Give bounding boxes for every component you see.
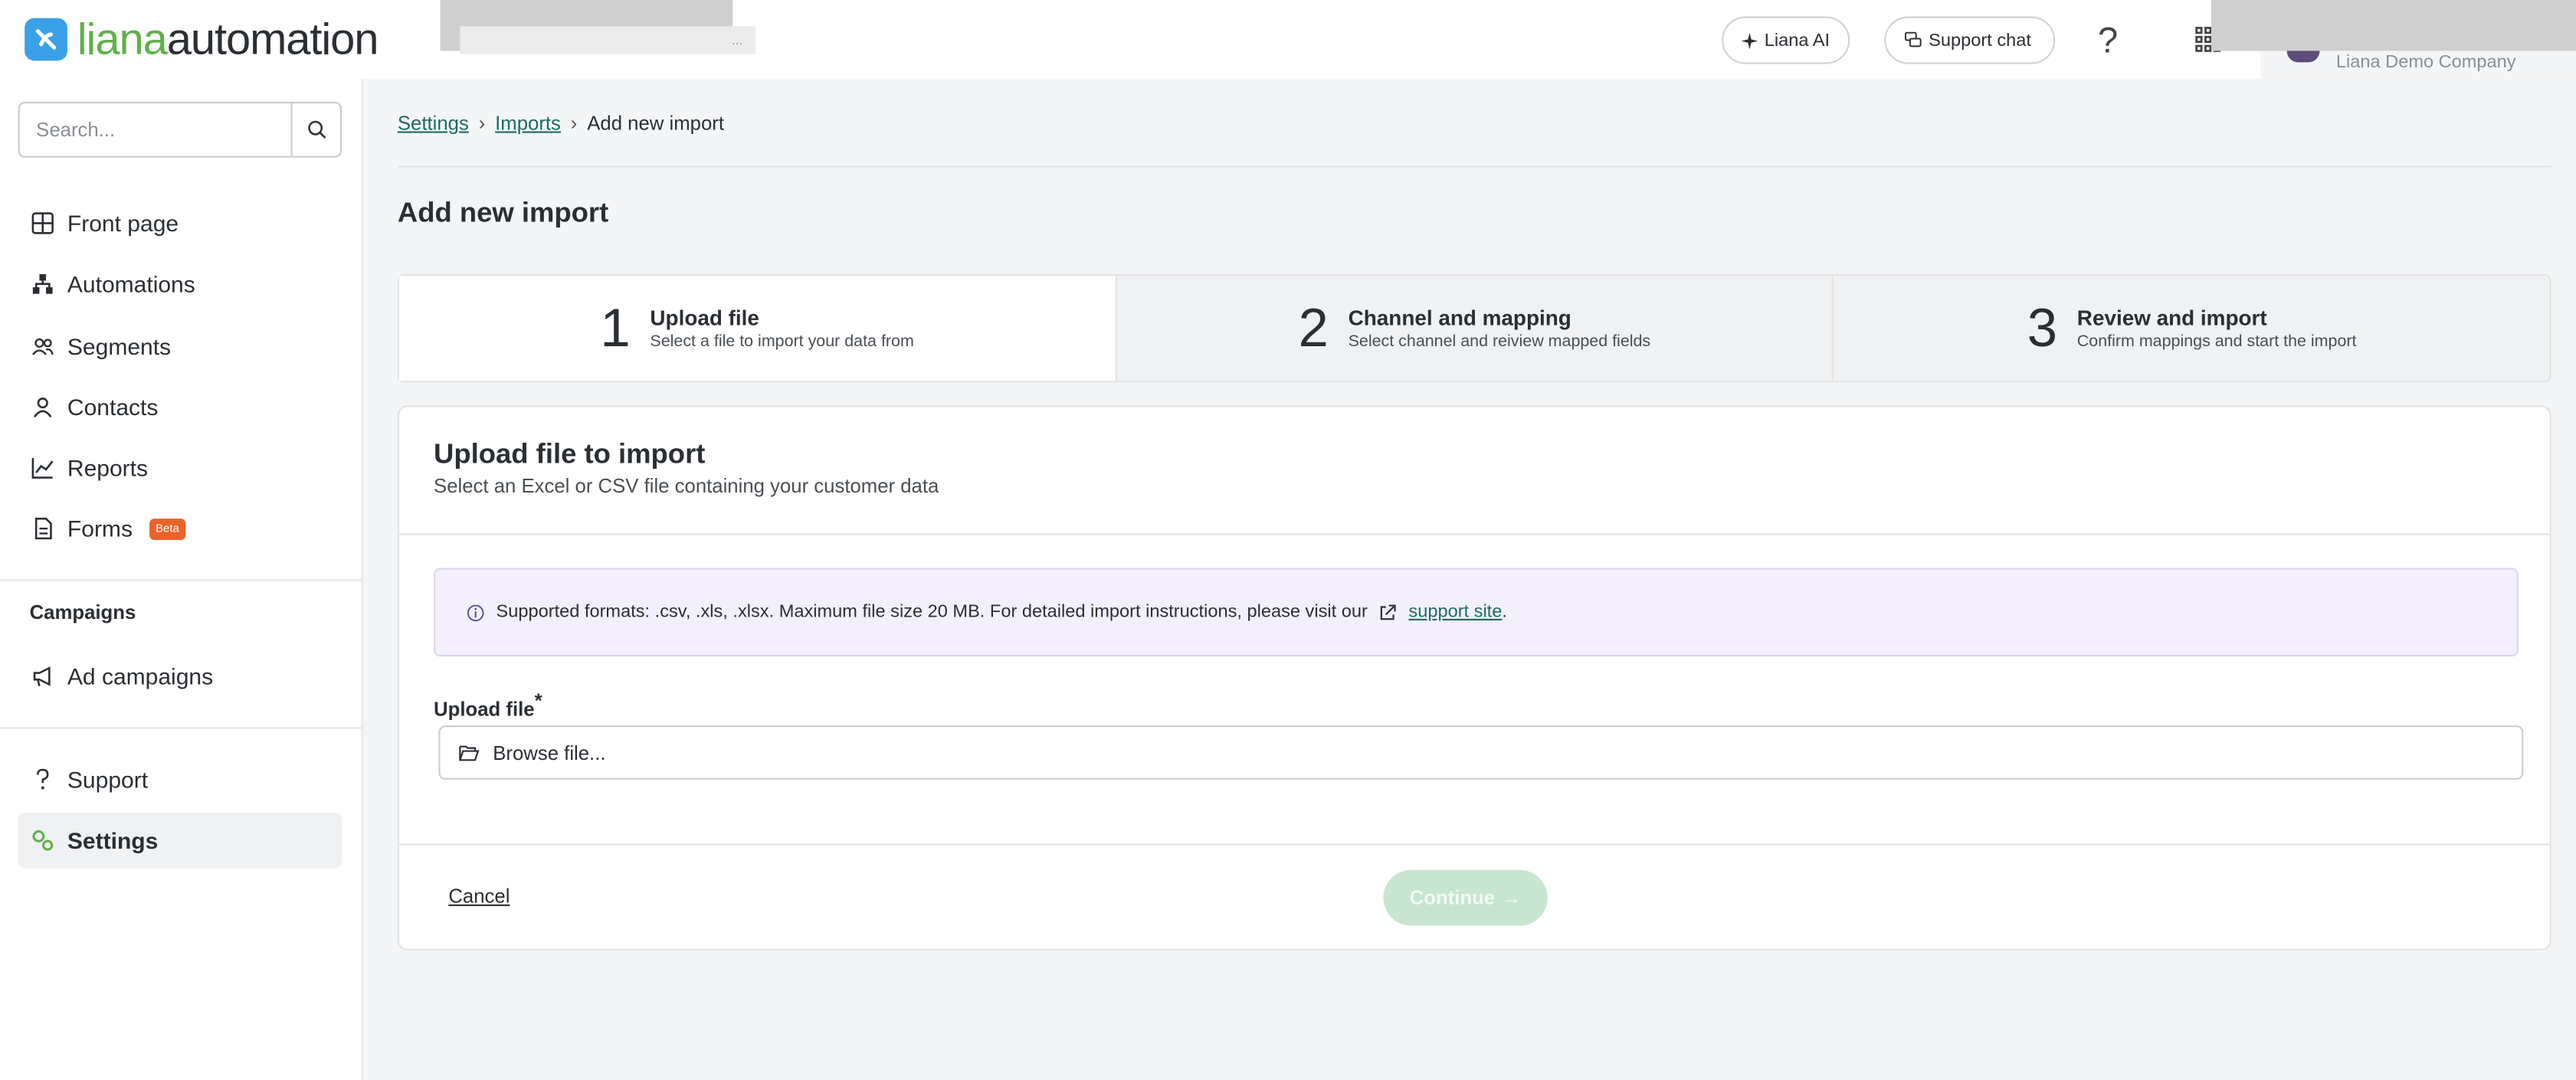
grid-icon bbox=[31, 212, 54, 234]
logo-text-liana: liana bbox=[77, 15, 168, 64]
sidebar-item-label: Support bbox=[67, 766, 149, 794]
step-title: Channel and mapping bbox=[1348, 305, 1571, 330]
sidebar-item-front-page[interactable]: Front page bbox=[18, 195, 342, 251]
liana-ai-label: Liana AI bbox=[1764, 30, 1830, 51]
bottom-nav: Support Settings bbox=[18, 751, 342, 874]
breadcrumb-imports[interactable]: Imports bbox=[495, 112, 561, 135]
sidebar-item-label: Automations bbox=[67, 271, 195, 298]
logo[interactable]: lianaautomation bbox=[25, 15, 379, 64]
search-icon bbox=[307, 120, 326, 139]
search-input[interactable] bbox=[19, 103, 291, 156]
card-footer-divider bbox=[399, 843, 2550, 846]
support-site-link[interactable]: support site bbox=[1408, 602, 1502, 622]
info-text: Supported formats: .csv, .xls, .xlsx. Ma… bbox=[496, 602, 1368, 623]
step-title: Review and import bbox=[2076, 305, 2267, 330]
arrow-right-icon: → bbox=[1501, 886, 1522, 910]
sidebar-item-settings[interactable]: Settings bbox=[18, 813, 342, 869]
sidebar-item-label: Forms bbox=[67, 515, 133, 543]
stepper: 1 Upload file Select a file to import you… bbox=[397, 273, 2551, 383]
sidebar-item-reports[interactable]: Reports bbox=[18, 440, 342, 496]
step-number: 3 bbox=[2027, 296, 2058, 358]
info-end: . bbox=[1502, 602, 1507, 623]
chat-icon bbox=[1904, 31, 1922, 47]
sidebar-item-forms[interactable]: Forms Beta bbox=[18, 502, 342, 558]
sidebar-divider bbox=[0, 579, 363, 581]
chart-icon bbox=[31, 458, 54, 479]
sparkle-icon bbox=[1741, 31, 1758, 49]
campaigns-nav: Ad campaigns bbox=[18, 648, 342, 709]
step-upload-file[interactable]: 1 Upload file Select a file to import you… bbox=[399, 276, 1117, 381]
sidebar-item-label: Settings bbox=[67, 827, 159, 854]
chevron-right-icon: › bbox=[478, 111, 486, 135]
step-subtitle: Select channel and reiview mapped fields bbox=[1348, 333, 1651, 352]
sidebar-item-label: Segments bbox=[67, 332, 172, 359]
chevron-right-icon: › bbox=[570, 111, 578, 135]
info-banner: Supported formats: .csv, .xls, .xlsx. Ma… bbox=[434, 568, 2519, 657]
breadcrumb-current: Add new import bbox=[587, 111, 725, 135]
info-icon bbox=[467, 604, 484, 621]
logo-mark-icon bbox=[25, 18, 67, 61]
browse-placeholder: Browse file... bbox=[493, 741, 606, 764]
sidebar-search bbox=[18, 101, 342, 158]
sidebar-item-automations[interactable]: Automations bbox=[18, 257, 342, 313]
redacted-user-area bbox=[2211, 0, 2576, 51]
breadcrumb-settings[interactable]: Settings bbox=[398, 112, 469, 135]
step-number: 2 bbox=[1298, 296, 1329, 358]
breadcrumb: Settings › Imports › Add new import bbox=[398, 112, 724, 135]
sidebar-item-label: Front page bbox=[67, 210, 179, 237]
sidebar-divider bbox=[0, 727, 363, 729]
step-number: 1 bbox=[600, 296, 631, 358]
file-upload-input[interactable]: Browse file... bbox=[438, 725, 2524, 780]
campaigns-section-title: Campaigns bbox=[29, 601, 136, 624]
hierarchy-icon bbox=[32, 274, 53, 295]
required-mark: * bbox=[534, 689, 542, 713]
continue-label: Continue bbox=[1409, 886, 1496, 910]
document-icon bbox=[34, 518, 52, 541]
support-chat-button[interactable]: Support chat bbox=[1884, 16, 2056, 64]
search-button[interactable] bbox=[290, 103, 340, 156]
step-title: Upload file bbox=[650, 305, 759, 330]
sidebar-item-ad-campaigns[interactable]: Ad campaigns bbox=[18, 648, 342, 704]
users-icon bbox=[31, 337, 54, 355]
card-divider bbox=[399, 533, 2550, 535]
sidebar-item-contacts[interactable]: Contacts bbox=[18, 379, 342, 435]
sidebar-item-segments[interactable]: Segments bbox=[18, 318, 342, 374]
sidebar-item-label: Ad campaigns bbox=[67, 663, 214, 690]
upload-card: Upload file to import Select an Excel or… bbox=[397, 405, 2551, 951]
sidebar-item-label: Contacts bbox=[67, 394, 159, 421]
liana-ai-button[interactable]: Liana AI bbox=[1722, 16, 1850, 64]
gears-icon bbox=[32, 830, 54, 852]
card-subtitle: Select an Excel or CSV file containing y… bbox=[434, 474, 939, 498]
main-nav: Front page Automations Segments Contacts… bbox=[18, 195, 342, 563]
card-title: Upload file to import bbox=[434, 438, 706, 470]
cancel-button[interactable]: Cancel bbox=[448, 885, 510, 908]
sidebar-item-label: Reports bbox=[67, 454, 149, 482]
logo-text-automation: automation bbox=[166, 15, 379, 64]
help-icon[interactable]: ? bbox=[2098, 20, 2118, 63]
step-subtitle: Select a file to import your data from bbox=[650, 333, 914, 352]
step-review-import[interactable]: 3 Review and import Confirm mappings and … bbox=[1834, 276, 2550, 381]
step-channel-mapping[interactable]: 2 Channel and mapping Select channel and … bbox=[1116, 276, 1834, 381]
beta-badge: Beta bbox=[149, 519, 186, 540]
question-icon bbox=[37, 768, 49, 790]
support-chat-label: Support chat bbox=[1929, 30, 2031, 51]
step-subtitle: Confirm mappings and start the import bbox=[2076, 333, 2357, 352]
redacted-context-switcher[interactable]: ... bbox=[460, 26, 756, 54]
continue-button[interactable]: Continue → bbox=[1383, 869, 1548, 926]
external-link-icon bbox=[1381, 604, 1397, 620]
upload-file-label: Upload file* bbox=[434, 689, 542, 721]
sidebar-item-support[interactable]: Support bbox=[18, 751, 342, 807]
folder-open-icon bbox=[459, 745, 480, 761]
sidebar: Front page Automations Segments Contacts… bbox=[0, 78, 363, 1080]
page-title: Add new import bbox=[397, 197, 609, 228]
user-icon bbox=[33, 397, 52, 417]
breadcrumb-divider bbox=[397, 165, 2551, 168]
top-bar: lianaautomation ... Liana AI Support cha… bbox=[0, 0, 2576, 79]
megaphone-icon bbox=[33, 666, 51, 687]
